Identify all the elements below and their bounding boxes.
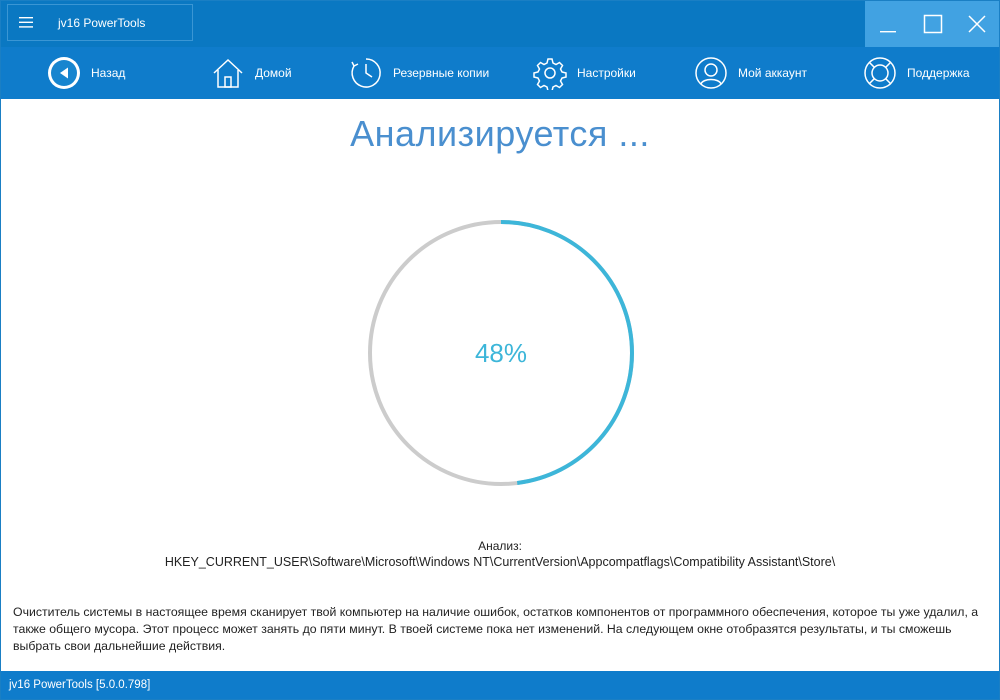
hamburger-menu-icon[interactable]: [8, 5, 44, 40]
nav-item-backups[interactable]: Резервные копии: [349, 47, 489, 99]
nav-label-backups: Резервные копии: [393, 66, 490, 80]
close-icon: [968, 15, 986, 33]
nav-label-settings: Настройки: [577, 66, 636, 80]
nav-item-account[interactable]: Мой аккаунт: [694, 47, 807, 99]
user-icon: [694, 56, 728, 90]
lifebuoy-icon: [863, 56, 897, 90]
title-box: jv16 PowerTools: [7, 4, 193, 41]
nav-label-account: Мой аккаунт: [738, 66, 807, 80]
nav-label-home: Домой: [255, 66, 292, 80]
page-title: Анализируется ...: [350, 113, 650, 154]
close-button[interactable]: [955, 1, 999, 47]
title-bar: jv16 PowerTools: [1, 1, 999, 47]
maximize-button[interactable]: [910, 1, 955, 47]
home-icon: [211, 56, 245, 90]
window-controls: [865, 1, 999, 47]
nav-label-back: Назад: [91, 66, 126, 80]
back-arrow-icon: [47, 56, 81, 90]
progress-percent: 48%: [474, 337, 528, 368]
minimize-icon: [879, 31, 896, 33]
app-window: jv16 PowerTools Назад Домой Резервные ко…: [0, 0, 1000, 700]
nav-item-settings[interactable]: Настройки: [533, 47, 636, 99]
nav-label-support: Поддержка: [907, 66, 970, 80]
status-bar: jv16 PowerTools [5.0.0.798]: [1, 671, 999, 699]
nav-item-home[interactable]: Домой: [211, 47, 292, 99]
nav-item-back[interactable]: Назад: [47, 47, 125, 99]
progress-ring: 48%: [367, 219, 635, 487]
nav-item-support[interactable]: Поддержка: [863, 47, 970, 99]
analysis-label: Анализ:: [478, 539, 522, 553]
scan-description: Очиститель системы в настоящее время ска…: [13, 605, 979, 653]
analysis-path: HKEY_CURRENT_USER\Software\Microsoft\Win…: [164, 555, 836, 569]
nav-bar: Назад Домой Резервные копии Настройки Мо…: [1, 47, 999, 99]
minimize-button[interactable]: [865, 1, 910, 47]
clock-icon: [349, 56, 383, 90]
gear-icon: [533, 56, 567, 90]
version-text: jv16 PowerTools [5.0.0.798]: [9, 679, 151, 691]
app-title: jv16 PowerTools: [58, 15, 146, 30]
maximize-icon: [923, 14, 942, 34]
